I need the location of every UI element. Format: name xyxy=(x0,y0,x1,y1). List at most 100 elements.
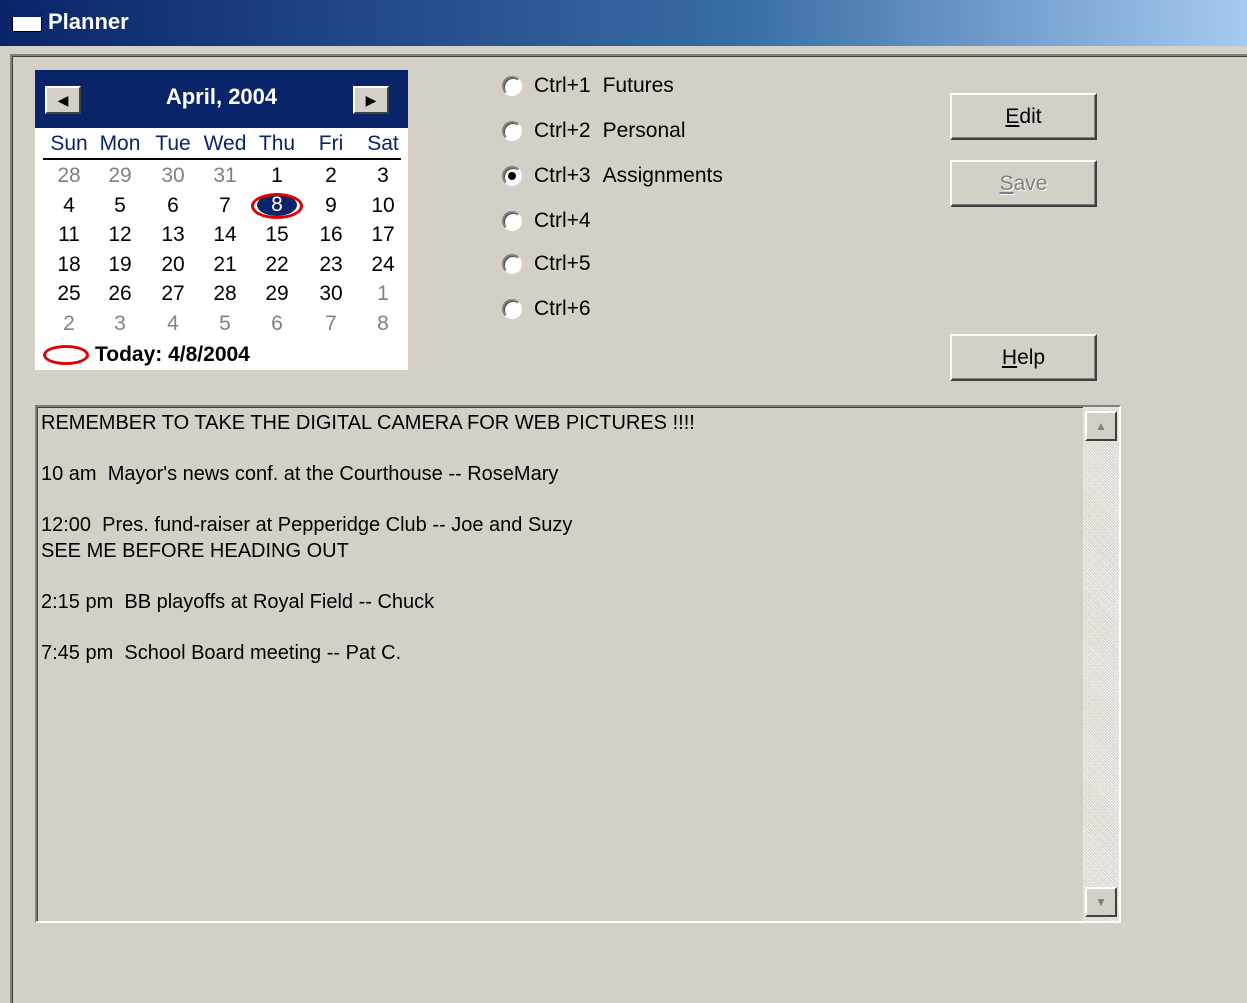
calendar-day[interactable]: 30 xyxy=(147,161,199,190)
scroll-down-button[interactable]: ▼ xyxy=(1085,887,1117,917)
calendar-day-number: 17 xyxy=(371,223,395,246)
calendar-day[interactable]: 12 xyxy=(94,220,146,249)
vertical-scrollbar[interactable]: ▲ ▼ xyxy=(1083,407,1119,921)
radio-button-icon[interactable] xyxy=(502,299,522,319)
calendar-day[interactable]: 16 xyxy=(305,220,357,249)
calendar-day[interactable]: 4 xyxy=(43,191,95,220)
calendar-day-number: 7 xyxy=(219,193,231,217)
calendar-day[interactable]: 5 xyxy=(94,191,146,220)
calendar-day[interactable]: 13 xyxy=(147,220,199,249)
radio-shortcut-label: Ctrl+1 xyxy=(534,74,591,97)
window-title: Planner xyxy=(48,9,129,34)
calendar-day-number: 7 xyxy=(325,311,337,335)
calendar-day-number: 1 xyxy=(377,282,389,305)
calendar-day[interactable]: 3 xyxy=(357,161,409,190)
calendar-day[interactable]: 3 xyxy=(94,309,146,338)
calendar-day[interactable]: 7 xyxy=(305,309,357,338)
window-icon xyxy=(12,14,42,32)
day-of-week-label: Tue xyxy=(155,132,191,155)
calendar-day-number: 18 xyxy=(57,252,81,276)
radio-button-icon[interactable] xyxy=(502,121,522,141)
day-of-week-label: Thu xyxy=(258,132,296,155)
calendar-day[interactable]: 28 xyxy=(43,161,95,190)
today-indicator[interactable]: Today: 4/8/2004 xyxy=(43,342,250,368)
calendar-day[interactable]: 18 xyxy=(43,250,95,279)
title-bar[interactable]: Planner xyxy=(0,0,1247,46)
calendar-day-number: 31 xyxy=(213,164,237,187)
radio-button-icon[interactable] xyxy=(502,76,522,96)
next-month-button[interactable]: ▶ xyxy=(353,86,389,114)
calendar-day[interactable]: 26 xyxy=(94,279,146,308)
calendar-day[interactable]: 20 xyxy=(147,250,199,279)
calendar-day[interactable]: 8 xyxy=(357,309,409,338)
calendar-day[interactable]: 9 xyxy=(305,191,357,220)
edit-button[interactable]: Edit xyxy=(950,93,1097,140)
save-button[interactable]: Save xyxy=(950,160,1097,207)
radio-option-ctrl3[interactable]: Ctrl+3 Assignments xyxy=(502,162,723,190)
calendar-day[interactable]: 29 xyxy=(94,161,146,190)
today-circle-icon xyxy=(43,345,89,365)
day-of-week-label: Wed xyxy=(203,132,247,155)
scroll-up-button[interactable]: ▲ xyxy=(1085,411,1117,441)
notes-textarea[interactable]: REMEMBER TO TAKE THE DIGITAL CAMERA FOR … xyxy=(35,405,1121,923)
notes-text[interactable]: REMEMBER TO TAKE THE DIGITAL CAMERA FOR … xyxy=(41,411,1081,916)
calendar-day[interactable]: 31 xyxy=(199,161,251,190)
radio-button-icon[interactable] xyxy=(502,211,522,231)
radio-label: Futures xyxy=(602,74,674,97)
radio-button-icon[interactable] xyxy=(502,166,522,186)
calendar-day[interactable]: 17 xyxy=(357,220,409,249)
day-of-week-label: Mon xyxy=(99,132,141,155)
calendar-day[interactable]: 14 xyxy=(199,220,251,249)
calendar-day-number: 27 xyxy=(161,282,185,305)
calendar-day[interactable]: 11 xyxy=(43,220,95,249)
calendar-day[interactable]: 25 xyxy=(43,279,95,308)
calendar-day[interactable]: 10 xyxy=(357,191,409,220)
calendar-day-number: 21 xyxy=(213,252,237,276)
down-arrow-icon: ▼ xyxy=(1095,895,1107,909)
radio-option-ctrl1[interactable]: Ctrl+1 Futures xyxy=(502,72,674,100)
radio-option-ctrl4[interactable]: Ctrl+4 xyxy=(502,207,603,235)
right-arrow-icon: ▶ xyxy=(365,91,377,108)
calendar-day-number: 29 xyxy=(265,282,289,305)
today-ring-icon xyxy=(251,192,303,219)
calendar-day[interactable]: 4 xyxy=(147,309,199,338)
calendar-day-number: 16 xyxy=(319,223,343,246)
calendar-day[interactable]: 2 xyxy=(43,309,95,338)
calendar-day-selected[interactable]: 8 xyxy=(251,191,303,220)
up-arrow-icon: ▲ xyxy=(1095,419,1107,433)
calendar-day[interactable]: 1 xyxy=(251,161,303,190)
help-button[interactable]: Help xyxy=(950,334,1097,381)
calendar-day[interactable]: 1 xyxy=(357,279,409,308)
calendar-day[interactable]: 29 xyxy=(251,279,303,308)
calendar-day-number: 29 xyxy=(108,164,132,187)
radio-option-ctrl6[interactable]: Ctrl+6 xyxy=(502,295,603,323)
calendar-day[interactable]: 24 xyxy=(357,250,409,279)
radio-option-ctrl5[interactable]: Ctrl+5 xyxy=(502,250,603,278)
today-label: Today: 4/8/2004 xyxy=(95,343,250,366)
calendar-day-number: 4 xyxy=(63,193,75,217)
radio-button-icon[interactable] xyxy=(502,254,522,274)
calendar-day-number: 20 xyxy=(161,252,185,276)
calendar-day[interactable]: 7 xyxy=(199,191,251,220)
calendar-day[interactable]: 6 xyxy=(251,309,303,338)
calendar-day[interactable]: 2 xyxy=(305,161,357,190)
calendar-day[interactable]: 15 xyxy=(251,220,303,249)
calendar-day-number: 28 xyxy=(57,164,81,187)
calendar-day-number: 26 xyxy=(108,282,132,305)
calendar-day-number: 10 xyxy=(371,193,395,217)
radio-option-ctrl2[interactable]: Ctrl+2 Personal xyxy=(502,117,686,145)
calendar-day[interactable]: 27 xyxy=(147,279,199,308)
calendar-day-number: 14 xyxy=(213,223,237,246)
calendar-day[interactable]: 5 xyxy=(199,309,251,338)
calendar-day[interactable]: 30 xyxy=(305,279,357,308)
calendar-day-number: 25 xyxy=(57,282,81,305)
calendar-day-number: 13 xyxy=(161,223,185,246)
radio-shortcut-label: Ctrl+4 xyxy=(534,209,591,232)
calendar-day[interactable]: 23 xyxy=(305,250,357,279)
calendar-day[interactable]: 28 xyxy=(199,279,251,308)
calendar-day[interactable]: 6 xyxy=(147,191,199,220)
calendar-day[interactable]: 21 xyxy=(199,250,251,279)
calendar-day-number: 4 xyxy=(167,311,179,335)
calendar-day[interactable]: 19 xyxy=(94,250,146,279)
calendar-day[interactable]: 22 xyxy=(251,250,303,279)
